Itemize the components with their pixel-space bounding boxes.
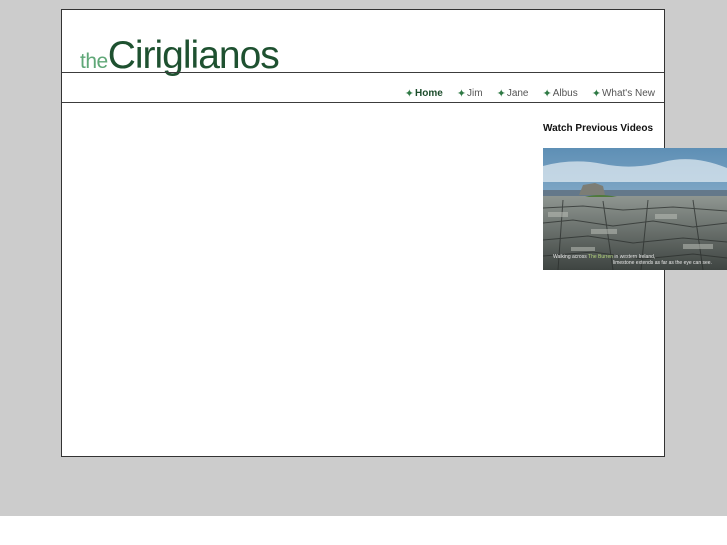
logo-main: Ciriglianos: [107, 34, 280, 77]
logo-prefix: the: [80, 50, 108, 73]
videos-heading: Watch Previous Videos: [543, 123, 654, 134]
main-nav: ✦ Home ✦ Jim ✦ Jane ✦ Albus ✦ What's New: [405, 86, 655, 100]
caption-text: Walking across: [553, 253, 589, 260]
caption-link[interactable]: The Burren: [588, 254, 613, 260]
star-icon: ✦: [496, 87, 506, 100]
nav-divider: [62, 102, 664, 103]
video-caption: Walking across The Burren in western Ire…: [553, 254, 712, 268]
star-icon: ✦: [456, 87, 467, 100]
nav-item-jane[interactable]: ✦ Jane: [497, 86, 529, 100]
caption-line-1: Walking across The Burren in western Ire…: [553, 254, 712, 261]
star-icon: ✦: [542, 87, 552, 100]
nav-item-jim[interactable]: ✦ Jim: [457, 86, 483, 100]
video-thumbnail[interactable]: Walking across The Burren in western Ire…: [543, 148, 727, 270]
burren-landscape-image: [543, 148, 727, 270]
star-icon: ✦: [591, 87, 601, 100]
nav-item-label: What's New: [601, 87, 655, 99]
nav-item-label: Jane: [506, 87, 529, 99]
nav-item-whats-new[interactable]: ✦ What's New: [592, 86, 655, 100]
header-divider: [62, 72, 664, 73]
nav-item-label: Albus: [552, 87, 578, 99]
caption-line-2: limestone extends as far as the eye can …: [613, 260, 712, 267]
caption-text: in western Ireland,: [613, 253, 656, 260]
nav-item-label: Home: [415, 87, 443, 99]
site-logo[interactable]: theCiriglianos: [80, 34, 280, 77]
nav-item-home[interactable]: ✦ Home: [405, 86, 443, 100]
nav-item-label: Jim: [467, 87, 483, 99]
star-icon: ✦: [404, 87, 415, 100]
nav-item-albus[interactable]: ✦ Albus: [543, 86, 578, 100]
